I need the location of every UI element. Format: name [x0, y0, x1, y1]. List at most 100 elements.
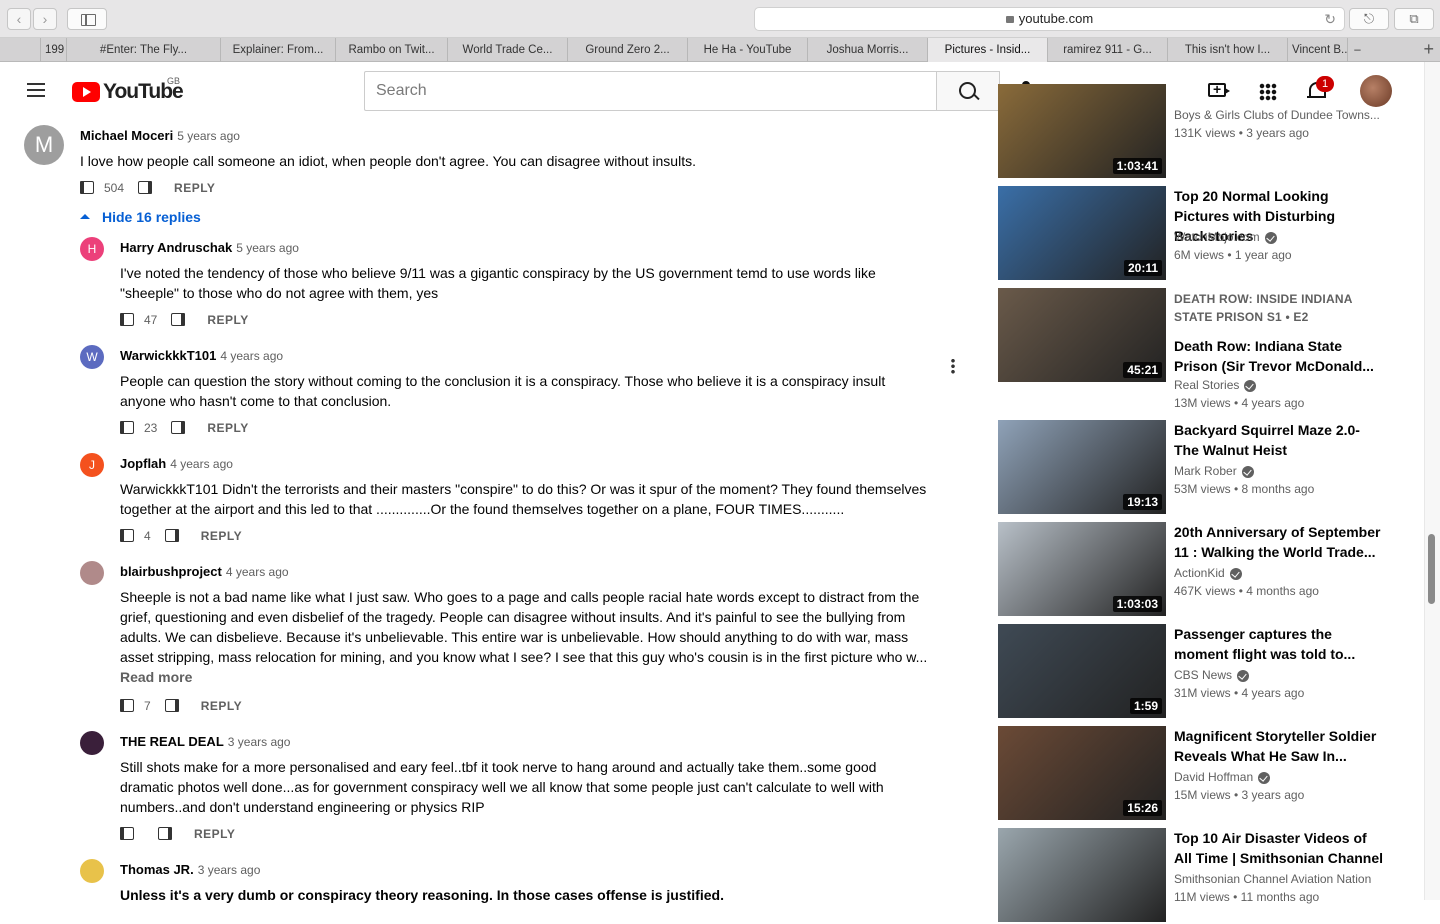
- address-bar[interactable]: youtube.com ↻: [754, 7, 1345, 31]
- thumbs-up-icon[interactable]: [120, 421, 134, 435]
- comment-author[interactable]: Thomas JR.: [120, 862, 194, 877]
- video-title[interactable]: Death Row: Indiana State Prison (Sir Tre…: [1174, 336, 1384, 376]
- video-thumbnail[interactable]: 1:59: [998, 624, 1166, 718]
- browser-tab[interactable]: –: [1347, 38, 1367, 62]
- video-thumbnail[interactable]: 20:11: [998, 186, 1166, 280]
- thumbs-up-icon[interactable]: [80, 181, 94, 195]
- browser-tab[interactable]: #Enter: The Fly...: [66, 38, 220, 62]
- video-thumbnail[interactable]: 45:21: [998, 288, 1166, 382]
- commenter-avatar[interactable]: W: [80, 345, 104, 369]
- channel-name-text[interactable]: Real Stories: [1174, 378, 1239, 392]
- browser-tab[interactable]: Pictures - Insid...: [927, 38, 1047, 62]
- channel-name-text[interactable]: ActionKid: [1174, 566, 1225, 580]
- browser-tab[interactable]: This isn't how I...: [1167, 38, 1287, 62]
- video-thumbnail[interactable]: 19:13: [998, 420, 1166, 514]
- browser-tab[interactable]: 199: [40, 38, 66, 62]
- search-input[interactable]: Search: [364, 71, 937, 111]
- comment-author[interactable]: Michael Moceri: [80, 128, 173, 143]
- recommended-video[interactable]: Top 10 Air Disaster Videos of All Time |…: [998, 828, 1388, 924]
- reply-button[interactable]: REPLY: [207, 313, 248, 327]
- read-more-button[interactable]: Read more: [120, 669, 930, 685]
- video-thumbnail[interactable]: 1:03:03: [998, 522, 1166, 616]
- comment-author[interactable]: Harry Andruschak: [120, 240, 232, 255]
- reply-button[interactable]: REPLY: [207, 421, 248, 435]
- comment-author[interactable]: blairbushproject: [120, 564, 222, 579]
- browser-tab[interactable]: Rambo on Twit...: [335, 38, 447, 62]
- channel-name[interactable]: Real Stories: [1174, 378, 1257, 392]
- commenter-avatar[interactable]: [80, 859, 104, 883]
- reply-button[interactable]: REPLY: [201, 699, 242, 713]
- comment-time[interactable]: 3 years ago: [228, 735, 291, 749]
- new-tab-button[interactable]: +: [1423, 38, 1434, 60]
- reply-button[interactable]: REPLY: [201, 529, 242, 543]
- commenter-avatar[interactable]: J: [80, 453, 104, 477]
- channel-name[interactable]: ActionKid: [1174, 566, 1242, 580]
- comment-time[interactable]: 5 years ago: [236, 241, 299, 255]
- recommended-video[interactable]: 1:03:03 20th Anniversary of September 11 …: [998, 522, 1388, 618]
- reload-icon[interactable]: ↻: [1324, 8, 1336, 30]
- reply-button[interactable]: REPLY: [194, 827, 235, 841]
- comment-time[interactable]: 4 years ago: [220, 349, 283, 363]
- comment-time[interactable]: 5 years ago: [177, 129, 240, 143]
- commenter-avatar[interactable]: H: [80, 237, 104, 261]
- video-title[interactable]: Top 10 Air Disaster Videos of All Time |…: [1174, 828, 1384, 868]
- browser-tab[interactable]: World Trade Ce...: [447, 38, 567, 62]
- video-title[interactable]: 20th Anniversary of September 11 : Walki…: [1174, 522, 1384, 562]
- comment-author[interactable]: Jopflah: [120, 456, 166, 471]
- thumbs-down-icon[interactable]: [171, 313, 186, 327]
- video-thumbnail[interactable]: 15:26: [998, 726, 1166, 820]
- channel-name[interactable]: David Hoffman: [1174, 770, 1271, 784]
- browser-tab[interactable]: Ground Zero 2...: [567, 38, 687, 62]
- search-button[interactable]: [936, 71, 1000, 111]
- thumbs-down-icon[interactable]: [158, 827, 172, 841]
- channel-name[interactable]: WatchMojo.com: [1174, 230, 1277, 244]
- thumbs-up-icon[interactable]: [120, 699, 134, 713]
- share-button[interactable]: ⎋: [1349, 8, 1389, 30]
- sidebar-toggle-button[interactable]: [67, 8, 107, 30]
- video-title[interactable]: Passenger captures the moment flight was…: [1174, 624, 1384, 664]
- browser-tab[interactable]: He Ha - YouTube: [687, 38, 807, 62]
- comment-time[interactable]: 3 years ago: [198, 863, 261, 877]
- browser-tab[interactable]: Vincent B...: [1287, 38, 1347, 62]
- hide-replies-button[interactable]: Hide 16 replies: [80, 209, 201, 225]
- reply-button[interactable]: REPLY: [174, 181, 215, 195]
- commenter-avatar[interactable]: [80, 731, 104, 755]
- channel-name[interactable]: Mark Rober: [1174, 464, 1254, 478]
- recommended-video[interactable]: 15:26 Magnificent Storyteller Soldier Rev…: [998, 726, 1388, 822]
- thumbs-up-icon[interactable]: [120, 313, 134, 327]
- channel-name-text[interactable]: Mark Rober: [1174, 464, 1237, 478]
- channel-name-text[interactable]: CBS News: [1174, 668, 1232, 682]
- series-label[interactable]: DEATH ROW: INSIDE INDIANA STATE PRISON S…: [1174, 290, 1384, 326]
- browser-tab[interactable]: Explainer: From...: [220, 38, 335, 62]
- thumbs-down-icon[interactable]: [164, 699, 179, 713]
- thumbs-up-icon[interactable]: [120, 529, 134, 543]
- recommended-video[interactable]: 20:11 Top 20 Normal Looking Pictures with…: [998, 186, 1388, 282]
- recommended-video[interactable]: 1:59 Passenger captures the moment flight…: [998, 624, 1388, 720]
- comment-time[interactable]: 4 years ago: [170, 457, 233, 471]
- video-thumbnail[interactable]: [998, 828, 1166, 922]
- channel-name[interactable]: Boys & Girls Clubs of Dundee Towns...: [1174, 108, 1380, 122]
- channel-name-text[interactable]: David Hoffman: [1174, 770, 1253, 784]
- channel-name-text[interactable]: Smithsonian Channel Aviation Nation: [1174, 872, 1371, 886]
- thumbs-down-icon[interactable]: [164, 529, 179, 543]
- browser-tab[interactable]: Joshua Morris...: [807, 38, 927, 62]
- recommended-video[interactable]: 45:21 Death Row: Indiana State Prison (Si…: [998, 288, 1388, 410]
- forward-button[interactable]: ›: [33, 8, 57, 30]
- thumbs-down-icon[interactable]: [171, 421, 186, 435]
- video-thumbnail[interactable]: 1:03:41: [998, 84, 1166, 178]
- scrollbar-track[interactable]: [1424, 62, 1440, 900]
- menu-icon[interactable]: [27, 83, 45, 97]
- channel-name-text[interactable]: Boys & Girls Clubs of Dundee Towns...: [1174, 108, 1380, 122]
- browser-tab[interactable]: ramirez 911 - G...: [1047, 38, 1167, 62]
- tabs-overview-button[interactable]: ⧉: [1394, 8, 1434, 30]
- recommended-video[interactable]: 1:03:41 Boys & Girls Clubs of Dundee Town…: [998, 84, 1388, 180]
- comment-author[interactable]: WarwickkkT101: [120, 348, 216, 363]
- video-title[interactable]: Backyard Squirrel Maze 2.0- The Walnut H…: [1174, 420, 1384, 460]
- scrollbar-thumb[interactable]: [1428, 534, 1435, 604]
- channel-name[interactable]: Smithsonian Channel Aviation Nation: [1174, 872, 1371, 886]
- video-title[interactable]: Magnificent Storyteller Soldier Reveals …: [1174, 726, 1384, 766]
- channel-name[interactable]: CBS News: [1174, 668, 1250, 682]
- thumbs-up-icon[interactable]: [120, 827, 134, 841]
- comment-author[interactable]: THE REAL DEAL: [120, 734, 224, 749]
- commenter-avatar[interactable]: [80, 561, 104, 585]
